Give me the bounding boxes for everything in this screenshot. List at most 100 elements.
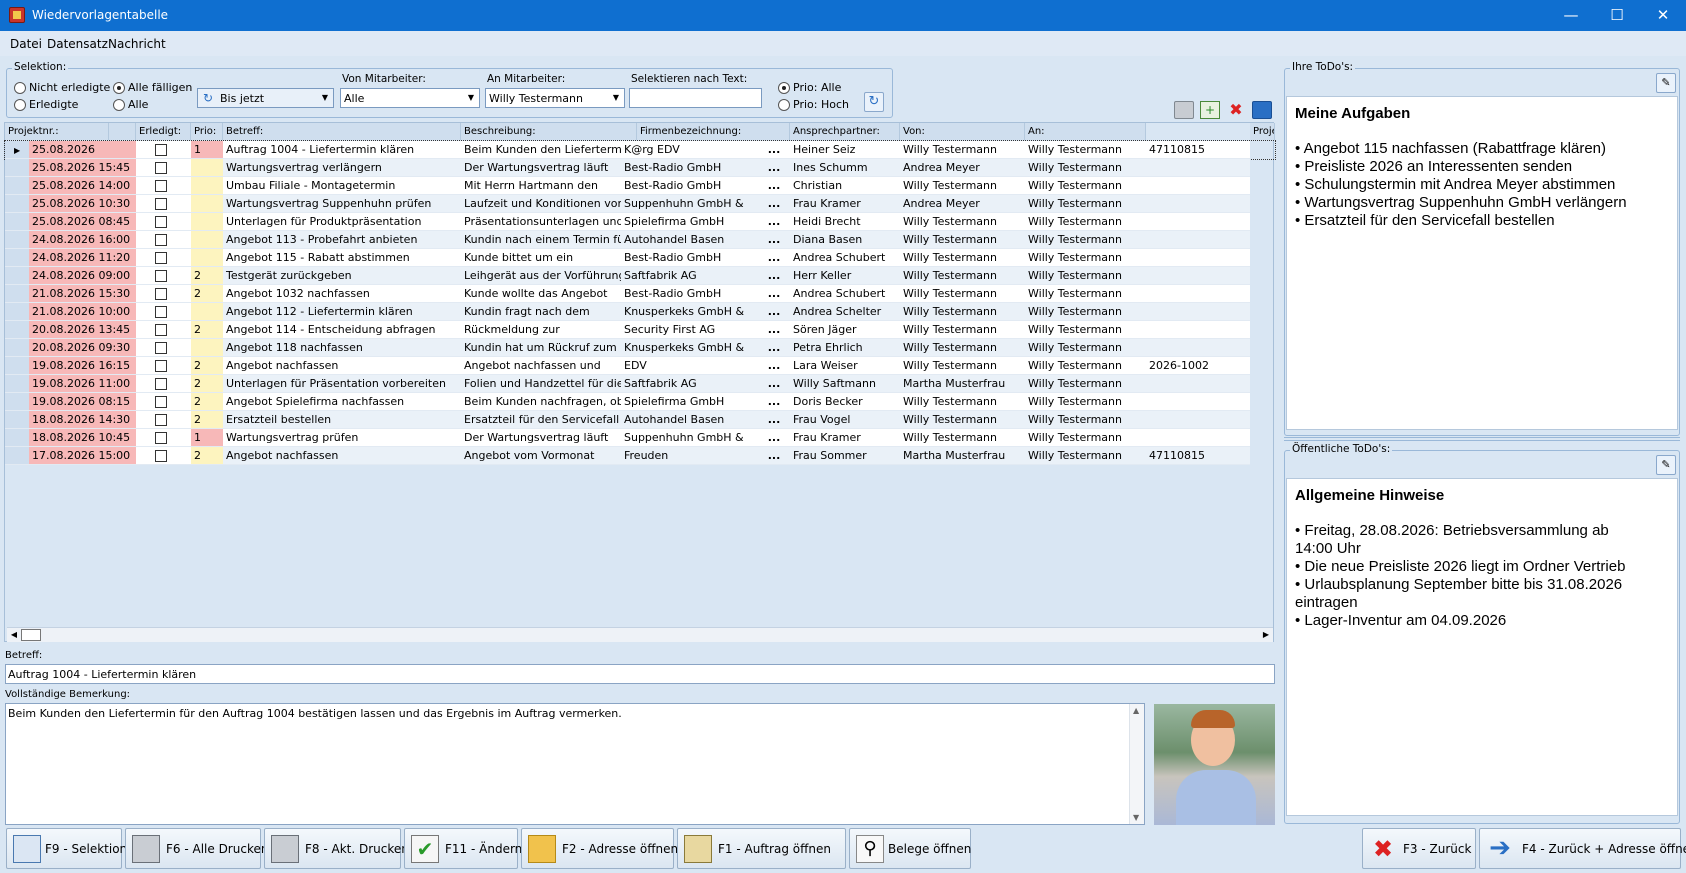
erledigt-checkbox[interactable] xyxy=(155,342,167,354)
edit-todo-private-icon[interactable]: ✎ xyxy=(1656,73,1676,93)
erledigt-checkbox[interactable] xyxy=(155,432,167,444)
f2-label: F2 - Adresse öffnen xyxy=(562,842,679,856)
header-an[interactable]: An: xyxy=(1025,123,1146,140)
erledigt-checkbox[interactable] xyxy=(155,270,167,282)
f4-zurueck-adresse-button[interactable]: ➔ F4 - Zurück + Adresse öffnen xyxy=(1479,828,1686,869)
vertical-scrollbar[interactable]: ▲ ▼ xyxy=(1129,704,1144,824)
erledigt-checkbox[interactable] xyxy=(155,378,167,390)
radio-erledigte[interactable] xyxy=(14,99,26,111)
header-beschreibung[interactable]: Beschreibung: xyxy=(461,123,637,140)
radio-alle-faelligen[interactable] xyxy=(113,82,125,94)
table-row[interactable]: 21.08.2026 15:30 2 Angebot 1032 nachfassen… xyxy=(5,285,1275,303)
erledigt-checkbox[interactable] xyxy=(155,252,167,264)
erledigt-checkbox[interactable] xyxy=(155,288,167,300)
erledigt-cell xyxy=(136,393,191,411)
todo-private-item: • Ersatzteil für den Servicefall bestell… xyxy=(1295,212,1555,229)
close-button[interactable]: ✕ xyxy=(1640,0,1686,31)
radio-prio-hoch[interactable] xyxy=(778,99,790,111)
erledigt-checkbox[interactable] xyxy=(155,234,167,246)
header-betreff[interactable]: Betreff: xyxy=(223,123,461,140)
app-icon xyxy=(9,7,25,23)
table-row[interactable]: 24.08.2026 11:20 Angebot 115 - Rabatt abs… xyxy=(5,249,1275,267)
erledigt-checkbox[interactable] xyxy=(155,324,167,336)
radio-alle[interactable] xyxy=(113,99,125,111)
table-row[interactable]: 18.08.2026 14:30 2 Ersatzteil bestellen Ers… xyxy=(5,411,1275,429)
table-row[interactable]: 25.08.2026 10:30 Wartungsvertrag Suppenhu… xyxy=(5,195,1275,213)
table-row[interactable]: 21.08.2026 10:00 Angebot 112 - Lieferterm… xyxy=(5,303,1275,321)
new-record-icon[interactable]: + xyxy=(1200,101,1220,119)
f9-selektion-button[interactable]: F9 - Selektion xyxy=(6,828,127,869)
table-row[interactable]: 24.08.2026 09:00 2 Testgerät zurückgeben Le… xyxy=(5,267,1275,285)
table-row[interactable]: 25.08.2026 14:00 Umbau Filiale - Montaget… xyxy=(5,177,1275,195)
todo-public-editor[interactable]: Allgemeine Hinweise • Freitag, 28.08.202… xyxy=(1286,478,1678,816)
table-row[interactable]: 17.08.2026 15:00 2 Angebot nachfassen Angeb… xyxy=(5,447,1275,465)
radio-prio-alle[interactable] xyxy=(778,82,790,94)
f11-aendern-button[interactable]: ✔ F11 - Ändern xyxy=(404,828,522,869)
menu-datensatz[interactable]: Datensatz xyxy=(47,37,108,51)
table-row[interactable]: 25.08.2026 08:45 Unterlagen für Produktpr… xyxy=(5,213,1275,231)
header-ansprechpartner[interactable]: Ansprechpartner: xyxy=(790,123,900,140)
erledigt-checkbox[interactable] xyxy=(155,216,167,228)
refresh-button[interactable]: ↻ xyxy=(864,92,884,112)
erledigt-checkbox[interactable] xyxy=(155,450,167,462)
minimize-button[interactable]: — xyxy=(1548,0,1594,31)
header-firmenbezeichnung[interactable]: Firmenbezeichnung: xyxy=(637,123,790,140)
scroll-down-icon[interactable]: ▼ xyxy=(1133,813,1139,822)
belege-oeffnen-button[interactable]: ⚲ Belege öffnen xyxy=(849,828,971,869)
betreff-field[interactable]: Auftrag 1004 - Liefertermin klären xyxy=(5,664,1275,684)
scroll-up-icon[interactable]: ▲ xyxy=(1133,706,1139,715)
betreff-label: Betreff: xyxy=(5,650,43,661)
erledigt-checkbox[interactable] xyxy=(155,144,167,156)
table-row[interactable]: 19.08.2026 16:15 2 Angebot nachfassen Angeb… xyxy=(5,357,1275,375)
maximize-button[interactable]: ☐ xyxy=(1594,0,1640,31)
f3-zurueck-button[interactable]: ✖ F3 - Zurück xyxy=(1362,828,1476,869)
table-row[interactable]: 25.08.2026 15:45 Wartungsvertrag verlänge… xyxy=(5,159,1275,177)
zeitraum-select[interactable]: ↻ Bis jetzt ▼ xyxy=(197,88,334,108)
table-row[interactable]: ▶ 25.08.2026 1 Auftrag 1004 - Liefertermin … xyxy=(4,140,1276,160)
header-prio[interactable]: Prio: xyxy=(191,123,223,140)
table-row[interactable]: 24.08.2026 16:00 Angebot 113 - Probefahrt… xyxy=(5,231,1275,249)
horizontal-scrollbar[interactable]: ◀ ▶ xyxy=(7,627,1273,642)
header-von[interactable]: Von: xyxy=(900,123,1025,140)
panel-splitter[interactable] xyxy=(1284,437,1680,441)
row-selector xyxy=(5,375,29,393)
header-erledigt[interactable]: Erledigt: xyxy=(136,123,191,140)
erledigt-checkbox[interactable] xyxy=(155,414,167,426)
radio-nicht-erledigte[interactable] xyxy=(14,82,26,94)
menu-datei[interactable]: Datei xyxy=(10,37,42,51)
bemerkung-textarea[interactable]: Beim Kunden den Liefertermin für den Auf… xyxy=(5,703,1145,825)
erledigt-checkbox[interactable] xyxy=(155,396,167,408)
f1-auftrag-oeffnen-button[interactable]: F1 - Auftrag öffnen xyxy=(677,828,846,869)
table-row[interactable]: 19.08.2026 08:15 2 Angebot Spielefirma nac… xyxy=(5,393,1275,411)
scroll-right-icon[interactable]: ▶ xyxy=(1259,628,1273,642)
erledigt-checkbox[interactable] xyxy=(155,162,167,174)
wiedervorlagen-table[interactable]: Für den: Erledigt: Prio: Betreff: Beschr… xyxy=(4,122,1276,642)
text-filter-input[interactable] xyxy=(629,88,762,108)
scrollbar-thumb[interactable] xyxy=(21,629,41,641)
erledigt-checkbox[interactable] xyxy=(155,198,167,210)
f2-adresse-oeffnen-button[interactable]: F2 - Adresse öffnen xyxy=(521,828,678,869)
header-proje[interactable]: Proje xyxy=(1250,123,1275,140)
menu-nachricht[interactable]: Nachricht xyxy=(108,37,166,51)
todo-private-editor[interactable]: Meine Aufgaben • Angebot 115 nachfassen … xyxy=(1286,96,1678,430)
table-row[interactable]: 20.08.2026 09:30 Angebot 118 nachfassen Ku… xyxy=(5,339,1275,357)
edit-todo-public-icon[interactable]: ✎ xyxy=(1656,455,1676,475)
save-icon[interactable] xyxy=(1252,101,1272,119)
header-projektnr[interactable]: Projektnr.: xyxy=(5,123,109,140)
f6-alle-drucken-button[interactable]: F6 - Alle Drucken xyxy=(125,828,268,869)
erledigt-checkbox[interactable] xyxy=(155,360,167,372)
scroll-left-icon[interactable]: ◀ xyxy=(7,628,21,642)
table-row[interactable]: 20.08.2026 13:45 2 Angebot 114 - Entscheid… xyxy=(5,321,1275,339)
erledigt-checkbox[interactable] xyxy=(155,180,167,192)
an-mitarbeiter-select[interactable]: Willy Testermann ▼ xyxy=(485,88,625,108)
delete-icon[interactable]: ✖ xyxy=(1226,101,1246,119)
erledigt-cell xyxy=(136,375,191,393)
prio-cell xyxy=(191,339,223,357)
erledigt-checkbox[interactable] xyxy=(155,306,167,318)
table-row[interactable]: 18.08.2026 10:45 1 Wartungsvertrag prüfen D… xyxy=(5,429,1275,447)
von-mitarbeiter-select[interactable]: Alle ▼ xyxy=(340,88,480,108)
print-icon[interactable] xyxy=(1174,101,1194,119)
date-cell: 18.08.2026 14:30 xyxy=(29,411,136,429)
table-row[interactable]: 19.08.2026 11:00 2 Unterlagen für Präsenta… xyxy=(5,375,1275,393)
f8-akt-drucken-button[interactable]: F8 - Akt. Drucken xyxy=(264,828,409,869)
